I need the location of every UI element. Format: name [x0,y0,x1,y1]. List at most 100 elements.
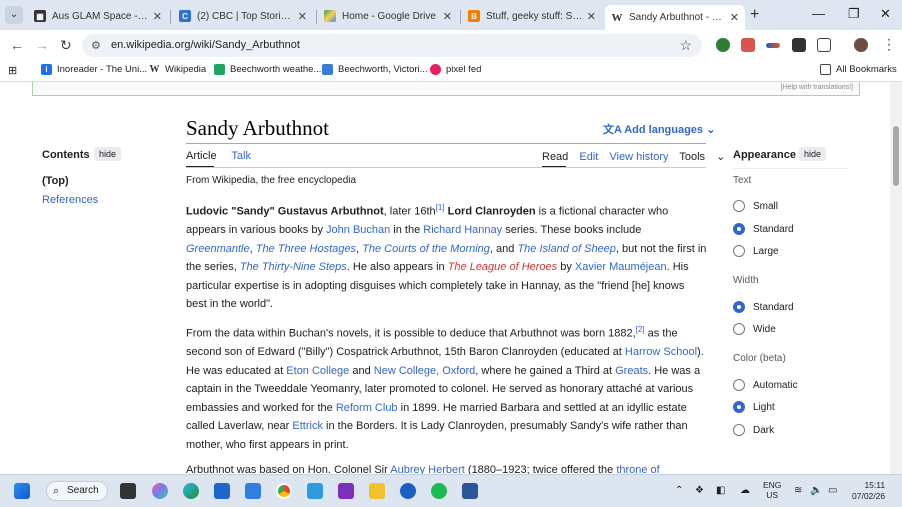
all-bookmarks-button[interactable]: All Bookmarks [820,64,897,75]
restore-icon[interactable]: ❐ [848,6,860,22]
red-link[interactable]: The League of Heroes [448,261,557,273]
close-window-icon[interactable]: ✕ [880,6,891,22]
link[interactable]: Reform Club [336,402,398,414]
file-explorer-icon[interactable] [369,483,385,499]
link[interactable]: Xavier Mauméjean [575,261,667,273]
volume-icon[interactable]: 🔈 [810,485,822,496]
tab-talk[interactable]: Talk [231,150,251,162]
link[interactable]: Eton College [286,365,349,377]
url-text[interactable]: en.wikipedia.org/wiki/Sandy_Arbuthnot [111,39,300,51]
radio-color-dark[interactable]: Dark [733,424,774,436]
copilot-icon[interactable] [152,483,168,499]
link[interactable]: The Island of Sheep [517,243,615,255]
link[interactable]: Greats [615,365,648,377]
link[interactable]: Ettrick [292,420,323,432]
browser-tab[interactable]: ▦ Aus GLAM Space - Home ✕ [28,5,168,27]
link[interactable]: Richard Hannay [423,224,502,236]
citation-link[interactable]: [1] [436,203,445,212]
todo-icon[interactable] [245,483,261,499]
radio-text-small[interactable]: Small [733,200,778,212]
link[interactable]: The Three Hostages [256,243,356,255]
browser-menu-icon[interactable]: ⋮ [882,36,896,53]
taskbar-search[interactable]: ⌕ Search [46,481,108,501]
citation-link[interactable]: [2] [636,325,645,334]
extension-arc-icon[interactable] [766,43,780,48]
radio-color-light[interactable]: Light [733,401,775,413]
bookmark-beechworth-victoria[interactable]: Beechworth, Victori... [322,64,428,75]
bookmark-pixelfed[interactable]: pixel fed [430,64,481,75]
extension-red-book-icon[interactable] [741,38,755,52]
input-language-indicator[interactable]: ENG US [763,480,781,500]
bookmark-inoreader[interactable]: i Inoreader - The Uni... [41,64,147,75]
scrollbar-thumb[interactable] [893,126,899,186]
tab-edit[interactable]: Edit [579,151,598,163]
extensions-puzzle-icon[interactable] [817,38,831,52]
windows-start-icon[interactable] [14,483,30,499]
battery-icon[interactable]: ▭ [828,485,837,496]
apps-grid-icon[interactable]: ⊞ [8,64,17,77]
link[interactable]: Greenmantle [186,243,250,255]
app-blue-icon[interactable] [400,483,416,499]
dropbox-icon[interactable]: ❖ [695,485,704,496]
toc-item-references[interactable]: References [42,194,98,206]
profile-avatar[interactable] [854,38,868,52]
onedrive-cloud-icon[interactable]: ☁ [740,485,750,496]
bookmark-beechworth-weather[interactable]: Beechworth weathe... [214,64,321,75]
radio-width-standard[interactable]: Standard [733,301,794,313]
task-view-icon[interactable] [120,483,136,499]
back-arrow-icon[interactable]: ← [10,37,24,53]
tray-app-icon[interactable]: ◧ [716,485,725,496]
close-tab-icon[interactable]: ✕ [153,10,162,23]
new-tab-icon[interactable]: + [750,6,759,24]
close-tab-icon[interactable]: ✕ [587,10,596,23]
radio-text-standard[interactable]: Standard [733,223,794,235]
tools-menu[interactable]: Tools ⌄ [679,151,733,163]
extension-green-icon[interactable] [716,38,730,52]
browser-tab-active[interactable]: W Sandy Arbuthnot - Wikip ✕ [605,5,745,30]
minimize-icon[interactable]: — [812,6,825,21]
wifi-icon[interactable]: ≋ [794,485,802,496]
radio-width-wide[interactable]: Wide [733,323,776,335]
site-info-icon[interactable]: ⚙ [91,39,101,52]
reload-icon[interactable]: ↻ [60,37,72,54]
link[interactable]: The Courts of the Morning [362,243,490,255]
close-tab-icon[interactable]: ✕ [298,10,307,23]
radio-text-large[interactable]: Large [733,245,779,257]
link[interactable]: throne of [616,464,659,474]
extension-layers-icon[interactable] [792,38,806,52]
link[interactable]: John Buchan [326,224,390,236]
tab-view-history[interactable]: View history [609,151,668,163]
show-hidden-icons-chevron-icon[interactable]: ⌃ [675,485,683,496]
link[interactable]: Harrow School [625,346,697,358]
spotify-icon[interactable] [431,483,447,499]
link[interactable]: Aubrey Herbert [390,464,465,474]
forward-arrow-icon[interactable]: → [35,37,49,53]
page-scrollbar[interactable] [890,82,902,474]
radio-color-automatic[interactable]: Automatic [733,379,797,391]
banner-help-link[interactable]: [Help with translations!] [781,84,853,91]
onenote-icon[interactable] [338,483,354,499]
system-clock[interactable]: 15:11 07/02/26 [852,480,885,502]
bookmark-wikipedia[interactable]: W Wikipedia [149,64,206,75]
address-bar[interactable]: ⚙ en.wikipedia.org/wiki/Sandy_Arbuthnot … [82,34,702,57]
link[interactable]: The Thirty-Nine Steps [240,261,347,273]
appearance-hide-button[interactable]: hide [799,147,827,161]
store-icon[interactable] [214,483,230,499]
edge-icon[interactable] [183,483,199,499]
bookmark-star-icon[interactable]: ☆ [679,37,692,54]
browser-tab[interactable]: Home - Google Drive ✕ [318,5,458,27]
remote-desktop-icon[interactable] [307,483,323,499]
chrome-icon[interactable] [276,483,292,499]
link[interactable]: New College, Oxford [374,365,476,377]
toc-hide-button[interactable]: hide [94,147,122,161]
tab-read[interactable]: Read [542,151,568,163]
add-languages-button[interactable]: 文A Add languages ⌄ [603,121,715,137]
close-tab-icon[interactable]: ✕ [443,10,452,23]
toc-item-top[interactable]: (Top) [42,175,69,187]
close-tab-icon[interactable]: ✕ [730,11,739,24]
browser-tab[interactable]: B Stuff, geeky stuff: Search ✕ [462,5,602,27]
tab-search-chevron-icon[interactable]: ⌄ [5,6,23,24]
word-icon[interactable] [462,483,478,499]
browser-tab[interactable]: C (2) CBC | Top Stories New ✕ [173,5,313,27]
tab-article[interactable]: Article [186,150,217,162]
